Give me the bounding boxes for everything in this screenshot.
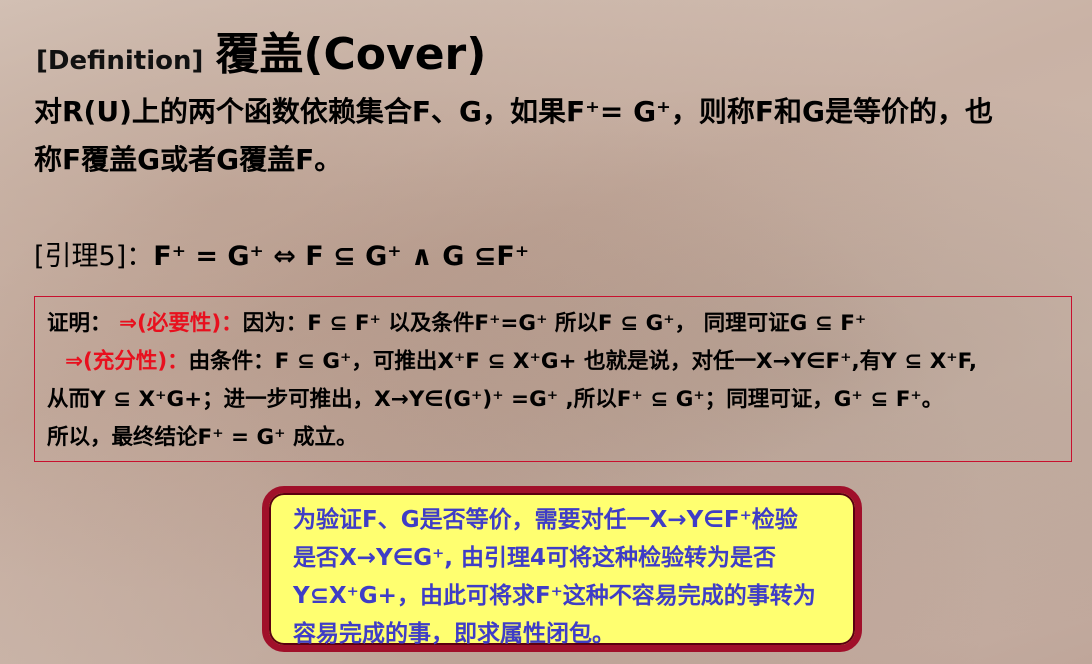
page-title: 覆盖(Cover) (215, 29, 487, 80)
lemma-5: [引理5]：F⁺ = G⁺ ⇔ F ⊆ G⁺ ∧ G ⊆F⁺ (34, 234, 529, 273)
note-line-3: Y⊆X⁺G+，由此可将求F⁺这种不容易完成的事转为 (293, 583, 816, 609)
definition-line-2: 称F覆盖G或者G覆盖F。 (34, 143, 343, 176)
lemma-label: [引理5]： (34, 241, 154, 272)
proof-line-2: ⇒(充分性)：由条件：F ⊆ G⁺，可推出X⁺F ⊆ X⁺G+ 也就是说，对任一… (47, 343, 1059, 381)
definition-paragraph: 对R(U)上的两个函数依赖集合F、G，如果F⁺= G⁺，则称F和G是等价的，也 … (34, 88, 1074, 184)
necessity-label: ⇒(必要性)： (119, 311, 243, 336)
slide: [Definition] 覆盖(Cover) 对R(U)上的两个函数依赖集合F、… (0, 0, 1092, 664)
proof-line-1: 证明： ⇒(必要性)：因为：F ⊆ F⁺ 以及条件F⁺=G⁺ 所以F ⊆ G⁺，… (47, 305, 1059, 343)
proof-line-3: 从而Y ⊆ X⁺G+；进一步可推出，X→Y∈(G⁺)⁺ =G⁺ ,所以F⁺ ⊆ … (47, 387, 944, 412)
note-callout: 为验证F、G是否等价，需要对任一X→Y∈F⁺检验 是否X→Y∈G⁺, 由引理4可… (262, 486, 862, 652)
note-line-1: 为验证F、G是否等价，需要对任一X→Y∈F⁺检验 (293, 507, 798, 533)
note-line-4: 容易完成的事，即求属性闭包。 (293, 621, 615, 647)
title-row: [Definition] 覆盖(Cover) (36, 18, 486, 82)
lemma-statement: F⁺ = G⁺ ⇔ F ⊆ G⁺ ∧ G ⊆F⁺ (153, 241, 530, 272)
proof-box: 证明： ⇒(必要性)：因为：F ⊆ F⁺ 以及条件F⁺=G⁺ 所以F ⊆ G⁺，… (34, 296, 1072, 462)
sufficiency-label: ⇒(充分性)： (65, 349, 189, 374)
definition-line-1: 对R(U)上的两个函数依赖集合F、G，如果F⁺= G⁺，则称F和G是等价的，也 (34, 95, 993, 128)
necessity-text: 因为：F ⊆ F⁺ 以及条件F⁺=G⁺ 所以F ⊆ G⁺， 同理可证G ⊆ F⁺ (242, 311, 867, 336)
note-line-2: 是否X→Y∈G⁺, 由引理4可将这种检验转为是否 (293, 545, 777, 571)
proof-label: 证明： (47, 311, 112, 336)
proof-line-4: 所以，最终结论F⁺ = G⁺ 成立。 (47, 425, 358, 450)
sufficiency-text: 由条件：F ⊆ G⁺，可推出X⁺F ⊆ X⁺G+ 也就是说，对任一X→Y∈F⁺,… (188, 349, 978, 374)
definition-tag: [Definition] (36, 46, 204, 76)
